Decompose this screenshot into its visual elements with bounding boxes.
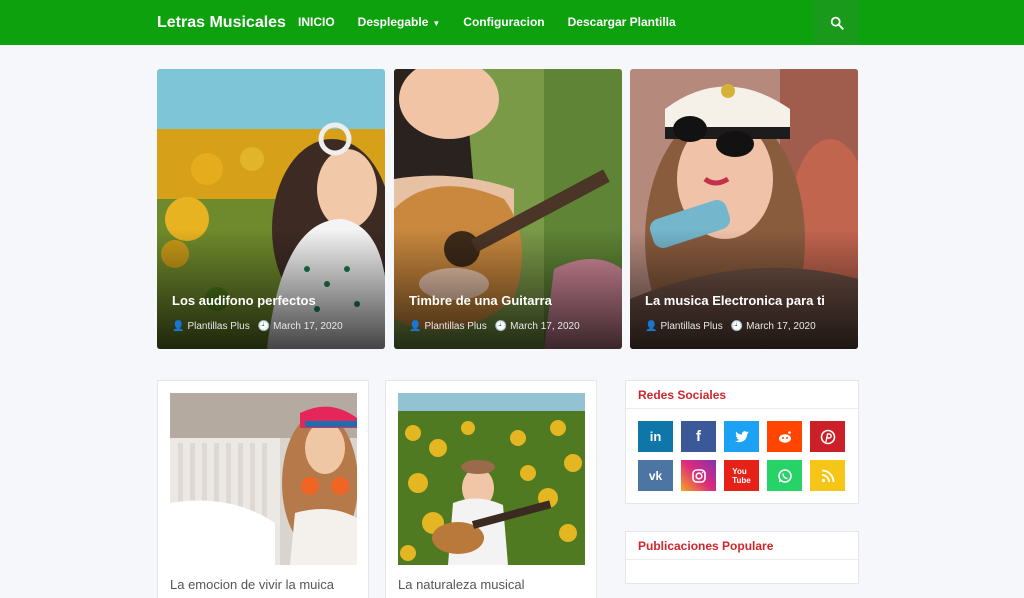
user-icon: 👤: [645, 321, 658, 332]
featured-date: March 17, 2020: [273, 321, 343, 332]
chevron-down-icon: ▼: [432, 18, 441, 28]
nav-item-configuracion[interactable]: Configuracion: [463, 0, 544, 45]
clock-icon: 🕘: [730, 321, 744, 332]
pinterest-icon: [820, 429, 835, 444]
featured-meta: 👤 Plantillas Plus 🕘 March 17, 2020: [172, 321, 343, 332]
featured-title[interactable]: Timbre de una Guitarra: [409, 293, 552, 308]
instagram-icon: [691, 468, 706, 483]
post-thumbnail[interactable]: [170, 393, 357, 565]
nav-label: Configuracion: [463, 15, 545, 29]
rss-button[interactable]: [810, 460, 845, 491]
search-icon: [830, 16, 844, 30]
nav-item-descargar-plantilla[interactable]: Descargar Plantilla: [568, 0, 676, 45]
featured-author[interactable]: Plantillas Plus: [424, 321, 486, 332]
widget-title: Redes Sociales: [626, 381, 858, 409]
post-image: [170, 393, 357, 565]
youtube-icon: You Tube: [732, 466, 751, 485]
whatsapp-icon: [777, 468, 792, 483]
post-thumbnail[interactable]: [398, 393, 585, 565]
facebook-button[interactable]: f: [681, 421, 716, 452]
social-grid: in f vk You Tube: [626, 409, 858, 503]
post-image: [398, 393, 585, 565]
featured-meta: 👤 Plantillas Plus 🕘 March 17, 2020: [645, 321, 816, 332]
featured-date: March 17, 2020: [510, 321, 580, 332]
nav-item-inicio[interactable]: INICIO: [298, 0, 335, 45]
post-title[interactable]: La emocion de vivir la muica: [170, 577, 334, 592]
reddit-icon: [778, 430, 791, 443]
top-navigation-bar: Letras Musicales INICIO Desplegable ▼ Con…: [0, 0, 1024, 45]
pinterest-button[interactable]: [810, 421, 845, 452]
featured-meta: 👤 Plantillas Plus 🕘 March 17, 2020: [409, 321, 580, 332]
facebook-icon: f: [696, 428, 701, 445]
featured-author[interactable]: Plantillas Plus: [187, 321, 249, 332]
linkedin-button[interactable]: in: [638, 421, 673, 452]
reddit-button[interactable]: [767, 421, 802, 452]
widget-title: Publicaciones Populare: [626, 532, 858, 560]
youtube-button[interactable]: You Tube: [724, 460, 759, 491]
whatsapp-button[interactable]: [767, 460, 802, 491]
rss-icon: [821, 469, 834, 482]
featured-author[interactable]: Plantillas Plus: [660, 321, 722, 332]
clock-icon: 🕘: [494, 321, 508, 332]
featured-post-3[interactable]: La musica Electronica para ti 👤 Plantill…: [630, 69, 858, 349]
featured-date: March 17, 2020: [746, 321, 816, 332]
clock-icon: 🕘: [257, 321, 271, 332]
nav-item-desplegable[interactable]: Desplegable ▼: [358, 0, 441, 45]
popular-posts-widget: Publicaciones Populare: [625, 531, 859, 584]
user-icon: 👤: [172, 321, 185, 332]
featured-post-2[interactable]: Timbre de una Guitarra 👤 Plantillas Plus…: [394, 69, 622, 349]
nav-label: Desplegable: [357, 15, 429, 29]
post-title[interactable]: La naturaleza musical: [398, 577, 524, 592]
post-card-2[interactable]: La naturaleza musical: [385, 380, 597, 598]
instagram-button[interactable]: [681, 460, 716, 491]
post-card-1[interactable]: La emocion de vivir la muica: [157, 380, 369, 598]
main-nav: INICIO Desplegable ▼ Configuracion Descar…: [298, 0, 699, 45]
twitter-button[interactable]: [724, 421, 759, 452]
search-button[interactable]: [814, 0, 859, 45]
featured-title[interactable]: Los audifono perfectos: [172, 293, 316, 308]
site-brand[interactable]: Letras Musicales: [157, 0, 286, 45]
linkedin-icon: in: [649, 429, 662, 444]
social-widget: Redes Sociales in f vk You Tube: [625, 380, 859, 504]
user-icon: 👤: [409, 321, 422, 332]
featured-title[interactable]: La musica Electronica para ti: [645, 293, 825, 308]
nav-label: Descargar Plantilla: [567, 15, 676, 29]
twitter-icon: [734, 430, 749, 442]
nav-label: INICIO: [298, 15, 335, 29]
vk-icon: vk: [648, 468, 663, 483]
vk-button[interactable]: vk: [638, 460, 673, 491]
featured-post-1[interactable]: Los audifono perfectos 👤 Plantillas Plus…: [157, 69, 385, 349]
